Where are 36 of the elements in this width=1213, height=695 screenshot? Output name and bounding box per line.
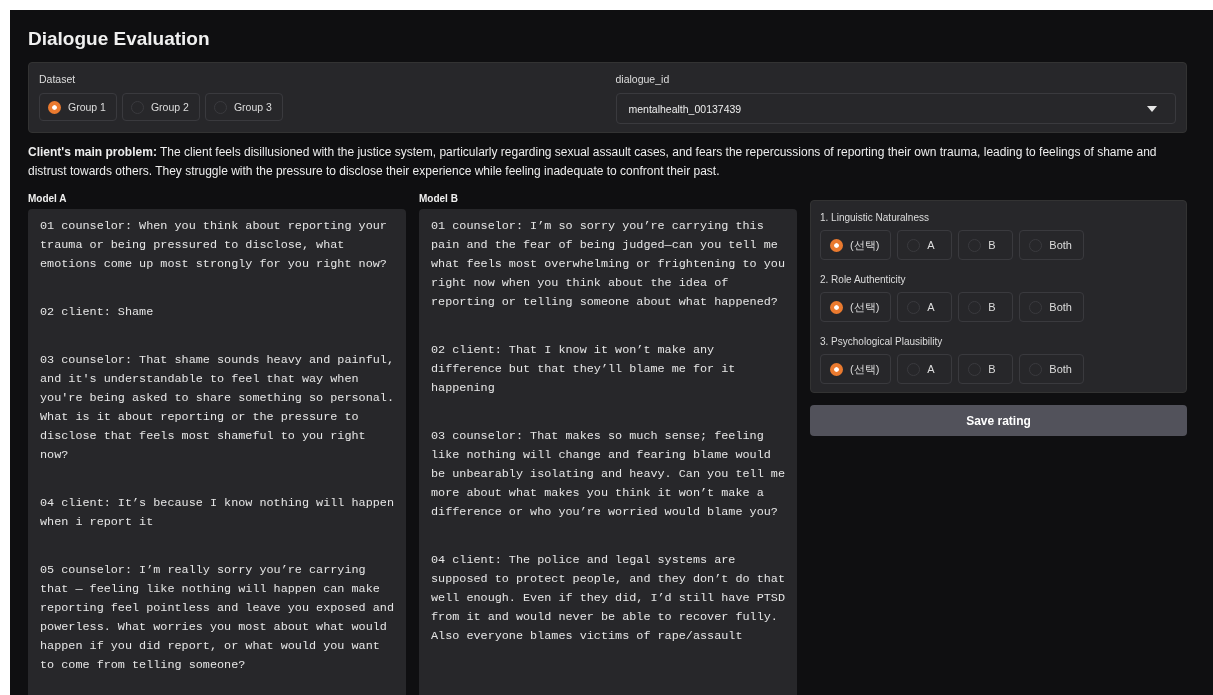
- radio-option[interactable]: B: [958, 230, 1014, 260]
- dialogue-id-dropdown[interactable]: mentalhealth_00137439: [615, 93, 1176, 124]
- radio-option[interactable]: (선택): [820, 292, 892, 322]
- dialogue-turn: 03 counselor: That makes so much sense; feeling like nothing will change and fearing blame would be unbearably isolating and heavy. Can you tell me more about what makes you think it won’t make a difference or who you’re worried would blame you?: [431, 428, 785, 521]
- problem-description: Client's main problem: The client feels disillusioned with the justice system, particularly regarding sexual assault cases, and fears the repercussions of reporting their own trauma, leading to feelings of shame and distrust towards others. They struggle with the pressure to disclose their experience while feeling inadequate to confront their past.: [28, 144, 1158, 180]
- radio-option[interactable]: Group 2: [121, 93, 200, 121]
- radio-option[interactable]: B: [958, 354, 1014, 384]
- dialogue-turn: 01 counselor: I’m so sorry you’re carrying this pain and the fear of being judged—can you tell me what feels most overwhelming or frightening to you right now when you think about the idea of reporting or telling someone about what happened?: [431, 218, 785, 311]
- dialogue-turn: 01 counselor: When you think about reporting your trauma or being pressured to disclose, what emotions come up most strongly for you right now?: [40, 218, 388, 273]
- dialogue-turn: 04 client: It’s because I know nothing will happen when i report it: [40, 495, 394, 531]
- radio-option[interactable]: Both: [1019, 354, 1084, 384]
- radio-option[interactable]: Both: [1019, 230, 1084, 260]
- save-button[interactable]: Save rating: [810, 405, 1187, 436]
- radio-option[interactable]: A: [897, 292, 953, 322]
- page-title: Dialogue Evaluation: [28, 28, 211, 50]
- radio-option[interactable]: Both: [1019, 292, 1084, 322]
- dialogue-id-label: dialogue_id: [615, 73, 671, 85]
- dialogue-turn: 05 counselor: I’m really sorry you’re carrying that — feeling like nothing will happen can make reporting feel pointless and leave you exposed and powerless. What worries you most about what would happen if you did report, or what would you want to come from telling someone?: [40, 562, 394, 674]
- radio-option[interactable]: B: [958, 292, 1014, 322]
- dialogue-turn: 02 client: Shame: [40, 304, 155, 321]
- dialogue-turn: 04 client: The police and legal systems are supposed to protect people, and they don’t do that well enough. Even if they did, I’d still have PTSD from it and would never be able to recover fully. Also everyone blames victims of rape/assault: [431, 552, 785, 645]
- radio-option[interactable]: A: [897, 230, 953, 260]
- criterion-label: 3. Psychological Plausibility: [820, 336, 944, 347]
- model-label: Model B: [419, 193, 459, 204]
- dialogue-turn: 02 client: That I know it won’t make any difference but that they’ll blame me for it happening: [431, 342, 737, 397]
- dialogue-turn: 03 counselor: That shame sounds heavy and painful, and it's understandable to feel that way when you're being asked to share something so personal. What is it about reporting or the pressure to disclose that feels most shameful to you right now?: [40, 352, 394, 464]
- radio-option[interactable]: Group 1: [39, 93, 117, 121]
- radio-option[interactable]: Group 3: [204, 93, 283, 121]
- caret-icon: [1147, 105, 1157, 112]
- criterion-label: 1. Linguistic Naturalness: [820, 212, 930, 223]
- criterion-label: 2. Role Authenticity: [820, 274, 907, 285]
- dataset-label: Dataset: [39, 73, 77, 85]
- radio-option[interactable]: A: [897, 354, 953, 384]
- model-label: Model A: [28, 193, 68, 204]
- radio-option[interactable]: (선택): [820, 354, 892, 384]
- radio-option[interactable]: (선택): [820, 230, 892, 260]
